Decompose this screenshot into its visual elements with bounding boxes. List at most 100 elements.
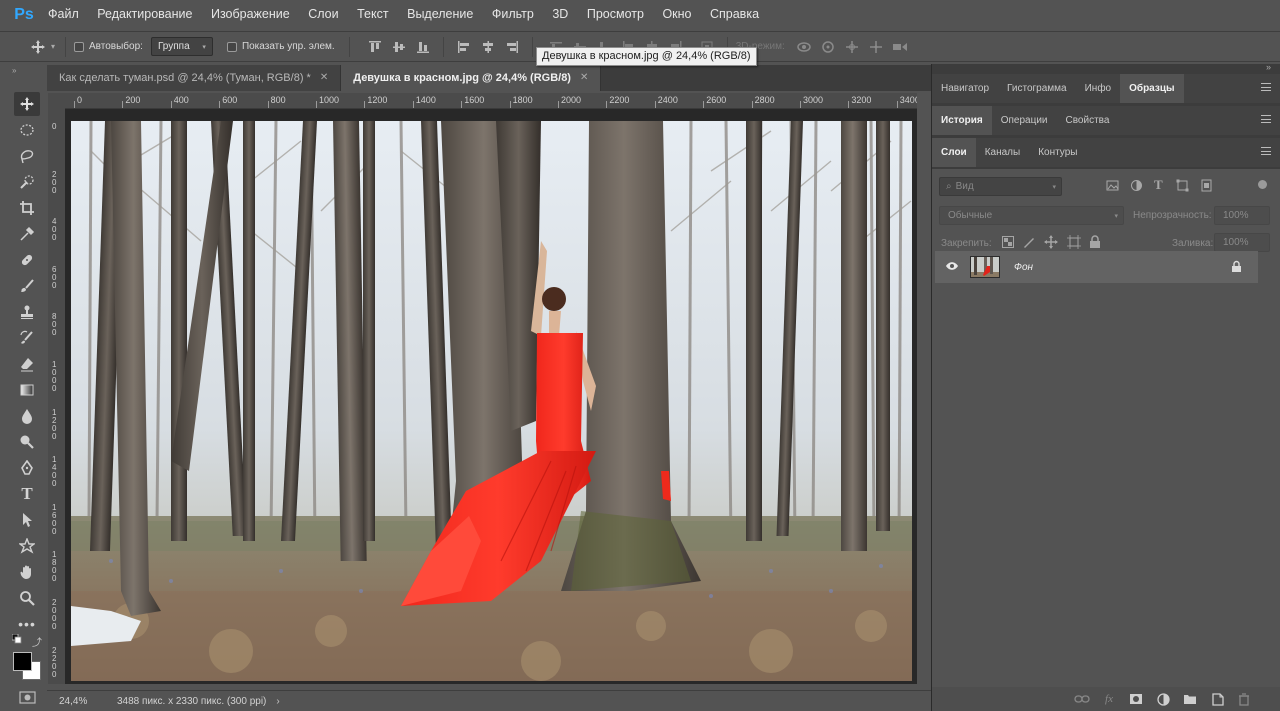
- pen-icon[interactable]: [14, 456, 40, 480]
- panel-menu-icon[interactable]: [1261, 147, 1271, 155]
- autoselect-dropdown[interactable]: Группа ▾: [150, 37, 213, 56]
- filter-adjustment-icon[interactable]: [1130, 179, 1143, 195]
- align-hcenter-icon[interactable]: [479, 38, 497, 56]
- lock-artboard-icon[interactable]: [1067, 235, 1081, 252]
- eyedropper-icon[interactable]: [14, 222, 40, 246]
- toolbar-collapse[interactable]: »: [0, 64, 47, 78]
- default-colors-icon[interactable]: [12, 634, 22, 644]
- autoselect-checkbox[interactable]: [74, 41, 85, 52]
- history-brush-icon[interactable]: [14, 326, 40, 350]
- lasso-icon[interactable]: [14, 144, 40, 168]
- filter-shape-icon[interactable]: [1176, 179, 1189, 195]
- crop-icon[interactable]: [14, 196, 40, 220]
- tab-info[interactable]: Инфо: [1076, 74, 1121, 103]
- ruler-origin[interactable]: [48, 93, 65, 109]
- close-icon[interactable]: ✕: [320, 65, 328, 91]
- pan-3d-icon[interactable]: [843, 38, 861, 56]
- menu-type[interactable]: Текст: [357, 0, 388, 29]
- quick-selection-icon[interactable]: [14, 170, 40, 194]
- layer-name[interactable]: Фон: [1014, 262, 1033, 273]
- filter-type-icon[interactable]: T: [1154, 177, 1163, 193]
- slide-3d-icon[interactable]: [867, 38, 885, 56]
- filter-pixel-icon[interactable]: [1106, 179, 1119, 195]
- link-layers-icon[interactable]: [1073, 690, 1091, 708]
- align-bottom-icon[interactable]: [414, 38, 432, 56]
- zoom-level[interactable]: 24,4%: [59, 696, 97, 707]
- move-tool-icon[interactable]: [14, 92, 40, 116]
- menu-select[interactable]: Выделение: [407, 0, 473, 29]
- show-controls-checkbox[interactable]: [226, 41, 237, 52]
- menu-view[interactable]: Просмотр: [587, 0, 644, 29]
- chevron-down-icon[interactable]: ▾: [51, 42, 55, 51]
- align-left-icon[interactable]: [455, 38, 473, 56]
- canvas-area[interactable]: [65, 109, 917, 684]
- ellipse-marquee-icon[interactable]: [14, 118, 40, 142]
- tab-histogram[interactable]: Гистограмма: [998, 74, 1076, 103]
- layer-thumbnail[interactable]: [970, 256, 1000, 278]
- tab-document-fog[interactable]: Как сделать туман.psd @ 24,4% (Туман, RG…: [47, 65, 342, 91]
- eraser-icon[interactable]: [14, 352, 40, 376]
- panel-collapse-bar[interactable]: »: [932, 62, 1280, 74]
- lock-transparent-icon[interactable]: [1002, 236, 1014, 251]
- filter-smart-object-icon[interactable]: [1200, 179, 1213, 195]
- menu-file[interactable]: Файл: [48, 0, 79, 29]
- tab-layers[interactable]: Слои: [932, 138, 976, 167]
- zoom-tool-icon[interactable]: [14, 586, 40, 610]
- brush-icon[interactable]: [14, 274, 40, 298]
- new-group-icon[interactable]: [1181, 690, 1199, 708]
- blur-icon[interactable]: [14, 404, 40, 428]
- panel-menu-icon[interactable]: [1261, 115, 1271, 123]
- fx-icon[interactable]: fx: [1100, 690, 1118, 708]
- lock-position-icon[interactable]: [1044, 235, 1058, 252]
- close-icon[interactable]: ✕: [580, 65, 588, 91]
- tab-history[interactable]: История: [932, 106, 992, 135]
- opacity-field[interactable]: 100%: [1214, 206, 1270, 225]
- ruler-vertical[interactable]: 0 2 0 0 4 0 0 6 0 0 8 0 0 1 0 0 0 1 2 0 0 1 4 0…: [48, 109, 65, 684]
- align-vcenter-icon[interactable]: [390, 38, 408, 56]
- custom-shape-icon[interactable]: [14, 534, 40, 558]
- eye-icon[interactable]: [945, 261, 959, 274]
- tab-document-girl[interactable]: Девушка в красном.jpg @ 24,4% (RGB/8) ✕: [341, 65, 602, 91]
- filter-toggle[interactable]: [1258, 180, 1267, 189]
- document-image[interactable]: [71, 121, 912, 681]
- lock-pixels-icon[interactable]: [1023, 236, 1035, 251]
- foreground-color[interactable]: [13, 652, 32, 671]
- adjustment-layer-icon[interactable]: [1154, 690, 1172, 708]
- clone-stamp-icon[interactable]: [14, 300, 40, 324]
- gradient-icon[interactable]: [14, 378, 40, 402]
- menu-image[interactable]: Изображение: [211, 0, 290, 29]
- tab-actions[interactable]: Операции: [992, 106, 1057, 135]
- blend-mode-dropdown[interactable]: Обычные ▾: [939, 206, 1124, 225]
- tab-channels[interactable]: Каналы: [976, 138, 1030, 167]
- tab-navigator[interactable]: Навигатор: [932, 74, 998, 103]
- move-tool-preset-icon[interactable]: [27, 36, 49, 58]
- chevron-right-icon[interactable]: ›: [276, 696, 279, 707]
- path-selection-icon[interactable]: [14, 508, 40, 532]
- fill-field[interactable]: 100%: [1214, 233, 1270, 252]
- menu-filter[interactable]: Фильтр: [492, 0, 534, 29]
- menu-layers[interactable]: Слои: [308, 0, 338, 29]
- tab-properties[interactable]: Свойства: [1057, 106, 1119, 135]
- roll-3d-icon[interactable]: [819, 38, 837, 56]
- dodge-icon[interactable]: [14, 430, 40, 454]
- align-right-icon[interactable]: [503, 38, 521, 56]
- healing-brush-icon[interactable]: [14, 248, 40, 272]
- tab-paths[interactable]: Контуры: [1029, 138, 1086, 167]
- new-layer-icon[interactable]: [1208, 690, 1226, 708]
- menu-edit[interactable]: Редактирование: [97, 0, 192, 29]
- orbit-3d-icon[interactable]: [795, 38, 813, 56]
- layer-row[interactable]: Фон: [935, 251, 1258, 283]
- delete-layer-icon[interactable]: [1235, 690, 1253, 708]
- add-mask-icon[interactable]: [1127, 690, 1145, 708]
- menu-help[interactable]: Справка: [710, 0, 759, 29]
- tab-swatches[interactable]: Образцы: [1120, 74, 1184, 103]
- panel-menu-icon[interactable]: [1261, 83, 1271, 91]
- menu-3d[interactable]: 3D: [552, 0, 568, 29]
- ruler-horizontal[interactable]: 0 200 400 600 800 1000 1200 1400 1600 1800 2000 220…: [65, 93, 917, 109]
- layer-filter-field[interactable]: ⌕ Вид ▾: [939, 177, 1062, 196]
- type-tool-icon[interactable]: T: [14, 482, 40, 506]
- more-tools-icon[interactable]: •••: [14, 612, 40, 636]
- hand-tool-icon[interactable]: [14, 560, 40, 584]
- scale-3d-icon[interactable]: [891, 38, 909, 56]
- quick-mask-icon[interactable]: [18, 690, 38, 706]
